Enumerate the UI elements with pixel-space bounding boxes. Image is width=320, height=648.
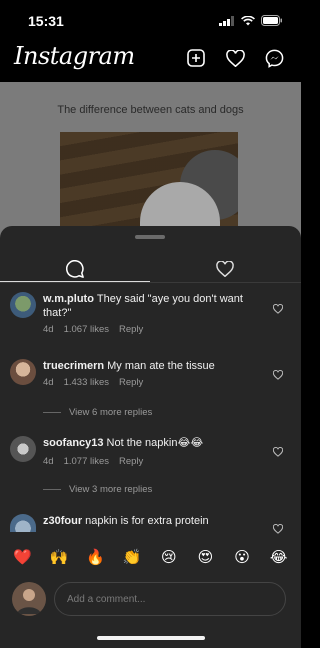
reply-button[interactable]: Reply bbox=[119, 456, 143, 467]
tab-comments[interactable] bbox=[0, 254, 150, 284]
comment-text: truecrimern My man ate the tissue bbox=[43, 359, 265, 373]
avatar[interactable] bbox=[10, 359, 36, 385]
comment-username[interactable]: z30four bbox=[43, 515, 82, 527]
battery-icon bbox=[261, 15, 282, 26]
like-comment-icon[interactable] bbox=[273, 370, 283, 380]
comment-likes[interactable]: 1.433 likes bbox=[64, 377, 109, 388]
tab-divider bbox=[0, 282, 301, 283]
avatar[interactable] bbox=[10, 292, 36, 318]
view-replies-label: View 6 more replies bbox=[69, 407, 153, 418]
comment-content: napkin is for extra protein bbox=[85, 515, 209, 527]
emoji-laughing[interactable]: 😂 bbox=[267, 548, 291, 566]
app-header: Instagram bbox=[0, 40, 301, 82]
tab-likes[interactable] bbox=[150, 254, 300, 284]
status-time: 15:31 bbox=[28, 13, 64, 29]
like-comment-icon[interactable] bbox=[273, 524, 283, 534]
reply-button[interactable]: Reply bbox=[119, 324, 143, 335]
sheet-grabber[interactable] bbox=[135, 235, 165, 239]
emoji-reaction-bar: ❤️ 🙌 🔥 👏 😢 😍 😮 😂 bbox=[0, 542, 301, 572]
comments-sheet: w.m.pluto They said "aye you don't want t… bbox=[0, 226, 301, 648]
comment-age: 4d bbox=[43, 456, 54, 467]
messenger-icon[interactable] bbox=[263, 47, 285, 69]
view-replies-label: View 3 more replies bbox=[69, 484, 153, 495]
heart-icon bbox=[216, 261, 234, 277]
comment-age: 4d bbox=[43, 324, 54, 335]
post-background: The difference between cats and dogs bbox=[0, 82, 301, 242]
like-comment-icon[interactable] bbox=[273, 304, 283, 314]
emoji-surprised[interactable]: 😮 bbox=[230, 548, 254, 566]
comment-likes[interactable]: 1.077 likes bbox=[64, 456, 109, 467]
post-caption: The difference between cats and dogs bbox=[57, 104, 244, 116]
comment-username[interactable]: w.m.pluto bbox=[43, 293, 94, 305]
comment-icon bbox=[66, 260, 84, 278]
emoji-crying[interactable]: 😢 bbox=[157, 548, 181, 566]
instagram-logo: Instagram bbox=[14, 42, 135, 70]
reply-button[interactable]: Reply bbox=[119, 377, 143, 388]
comment-meta: 4d 1.077 likes Reply bbox=[43, 456, 143, 467]
comment-input[interactable] bbox=[54, 582, 286, 616]
comment-content: My man ate the tissue bbox=[107, 360, 215, 372]
signal-icon bbox=[219, 15, 234, 26]
comment-text: z30four napkin is for extra protein bbox=[43, 514, 265, 528]
comment-meta: 4d 1.433 likes Reply bbox=[43, 377, 143, 388]
emoji-raising-hands[interactable]: 🙌 bbox=[47, 548, 71, 566]
avatar[interactable] bbox=[10, 514, 36, 532]
wifi-icon bbox=[241, 15, 255, 25]
heart-icon[interactable] bbox=[224, 47, 246, 69]
active-tab-indicator bbox=[0, 281, 150, 282]
emoji-fire[interactable]: 🔥 bbox=[84, 548, 108, 566]
comment-age: 4d bbox=[43, 377, 54, 388]
comment-username[interactable]: soofancy13 bbox=[43, 437, 104, 449]
comment-text: soofancy13 Not the napkin😂😂 bbox=[43, 436, 265, 450]
status-icons bbox=[219, 15, 283, 26]
home-indicator bbox=[97, 636, 205, 640]
comment-content: Not the napkin😂😂 bbox=[106, 437, 204, 449]
emoji-heart-eyes[interactable]: 😍 bbox=[193, 548, 217, 566]
comment-text: w.m.pluto They said "aye you don't want t… bbox=[43, 292, 265, 320]
comment-likes[interactable]: 1.067 likes bbox=[64, 324, 109, 335]
emoji-clapping[interactable]: 👏 bbox=[120, 548, 144, 566]
add-post-icon[interactable] bbox=[185, 47, 207, 69]
avatar[interactable] bbox=[10, 436, 36, 462]
emoji-red-heart[interactable]: ❤️ bbox=[10, 548, 34, 566]
like-comment-icon[interactable] bbox=[273, 447, 283, 457]
current-user-avatar bbox=[12, 582, 46, 616]
status-bar: 15:31 bbox=[0, 0, 301, 40]
sheet-tabs bbox=[0, 254, 301, 284]
view-more-replies[interactable]: View 6 more replies bbox=[43, 407, 152, 418]
comment-input-row bbox=[0, 578, 301, 618]
view-more-replies[interactable]: View 3 more replies bbox=[43, 484, 152, 495]
comment-username[interactable]: truecrimern bbox=[43, 360, 104, 372]
comment-meta: 4d 1.067 likes Reply bbox=[43, 324, 143, 335]
